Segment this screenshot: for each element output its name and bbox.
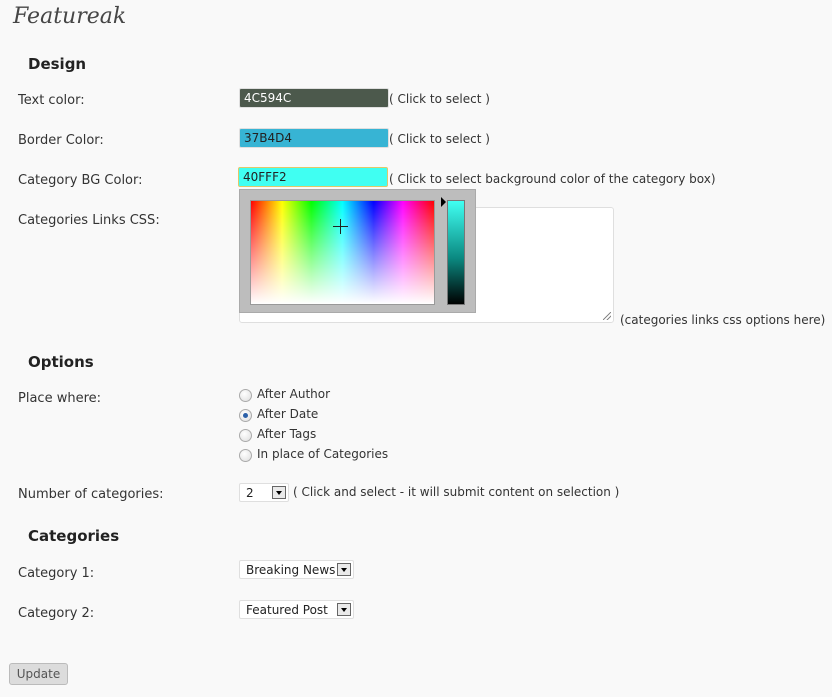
- border-color-input[interactable]: 37B4D4: [239, 128, 389, 148]
- category-2-label: Category 2:: [18, 606, 95, 621]
- color-picker-popup: [239, 189, 476, 313]
- slider-arrow-icon[interactable]: [441, 197, 446, 207]
- number-of-categories-select[interactable]: 2: [239, 483, 289, 502]
- radio-label-after-author: After Author: [257, 387, 331, 401]
- number-of-categories-value: 2: [246, 486, 254, 500]
- category-1-label: Category 1:: [18, 566, 95, 581]
- radio-after-date[interactable]: [239, 409, 252, 422]
- border-color-hint: ( Click to select ): [389, 132, 490, 146]
- number-of-categories-hint: ( Click and select - it will submit cont…: [293, 485, 620, 499]
- border-color-label: Border Color:: [18, 133, 104, 148]
- categories-links-css-label: Categories Links CSS:: [18, 213, 160, 228]
- color-spectrum[interactable]: [250, 200, 435, 305]
- radio-in-place-of-categories[interactable]: [239, 449, 252, 462]
- update-button[interactable]: Update: [9, 663, 68, 685]
- text-color-input[interactable]: 4C594C: [239, 88, 389, 108]
- category-bg-color-input[interactable]: 40FFF2: [238, 167, 388, 187]
- radio-after-author[interactable]: [239, 389, 252, 402]
- category-1-value: Breaking News: [246, 563, 336, 577]
- brightness-slider[interactable]: [447, 200, 465, 305]
- categories-heading: Categories: [28, 527, 120, 545]
- crosshair-icon[interactable]: [333, 219, 348, 234]
- chevron-down-icon[interactable]: [337, 603, 351, 616]
- chevron-down-icon[interactable]: [272, 486, 286, 499]
- category-1-select[interactable]: Breaking News: [239, 560, 354, 579]
- category-bg-color-label: Category BG Color:: [18, 173, 143, 188]
- options-heading: Options: [28, 353, 94, 371]
- radio-label-after-tags: After Tags: [257, 427, 317, 441]
- page-title: Featureak: [13, 4, 127, 29]
- resize-grip-icon[interactable]: [603, 312, 611, 320]
- place-where-label: Place where:: [18, 391, 102, 406]
- design-heading: Design: [28, 55, 87, 73]
- categories-links-css-hint: (categories links css options here): [620, 313, 826, 327]
- chevron-down-icon[interactable]: [337, 563, 351, 576]
- text-color-label: Text color:: [18, 93, 85, 108]
- radio-label-after-date: After Date: [257, 407, 319, 421]
- category-bg-color-hint: ( Click to select background color of th…: [389, 172, 716, 186]
- radio-after-tags[interactable]: [239, 429, 252, 442]
- text-color-hint: ( Click to select ): [389, 92, 490, 106]
- radio-label-in-place-of-categories: In place of Categories: [257, 447, 389, 461]
- number-of-categories-label: Number of categories:: [18, 487, 164, 502]
- category-2-select[interactable]: Featured Post: [239, 600, 354, 619]
- category-2-value: Featured Post: [246, 603, 328, 617]
